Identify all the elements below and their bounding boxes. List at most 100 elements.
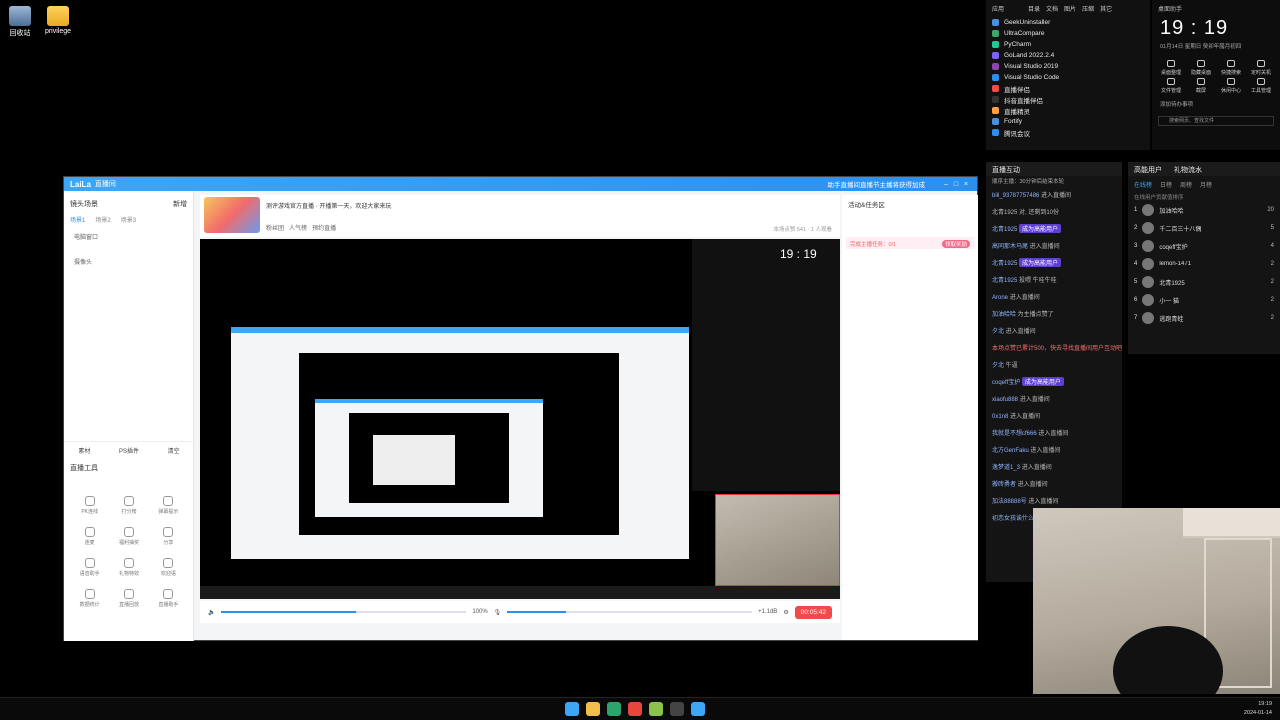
widget-tool-button[interactable]: 文件管理	[1156, 78, 1186, 94]
live-tool-button[interactable]: 数据统计	[70, 589, 109, 608]
laila-live-icon[interactable]	[691, 702, 705, 716]
live-tool-button[interactable]: 欢迎语	[149, 558, 188, 577]
materials-button[interactable]: 素材	[78, 446, 90, 455]
end-live-button[interactable]: 00:05:42	[794, 605, 833, 619]
chat-username[interactable]: 夕北	[992, 329, 1006, 335]
chat-username[interactable]: xiaofu888	[992, 397, 1020, 403]
rank-tab[interactable]: 月榜	[1200, 180, 1212, 189]
app-list-item[interactable]: Fortify	[992, 116, 1150, 127]
mic-volume-slider[interactable]	[507, 611, 753, 613]
rank-tab[interactable]: 在线榜	[1134, 180, 1152, 189]
scene-tab[interactable]: 场景3	[121, 215, 136, 224]
live-tool-button[interactable]: 打分榜	[109, 496, 148, 515]
app-list-item[interactable]: 腾讯会议	[992, 127, 1150, 138]
widget-tool-button[interactable]: 截屏	[1186, 78, 1216, 94]
user-row[interactable]: 6 小一 猫 2	[1128, 291, 1280, 309]
chat-username[interactable]: 0x1n8	[992, 414, 1010, 420]
widget-tool-button[interactable]: 桌面整理	[1156, 60, 1186, 76]
chat-username[interactable]: 搬砖勇者	[992, 482, 1018, 488]
speaker-icon[interactable]: 🔈	[208, 609, 215, 616]
claim-reward-button[interactable]: 领取奖励	[941, 240, 970, 248]
launcher-tab[interactable]: 应用	[992, 4, 1004, 13]
app-list-item[interactable]: 直播伴侣	[992, 83, 1150, 94]
scene-tab[interactable]: 场景2	[95, 215, 110, 224]
chat-username[interactable]: 加油哈哈	[992, 312, 1018, 318]
user-row[interactable]: 7 逃跑青蛙 2	[1128, 309, 1280, 327]
users-tab-title[interactable]: 高能用户	[1134, 165, 1162, 174]
widget-tool-button[interactable]: 快捷搜索	[1216, 60, 1246, 76]
launcher-tab[interactable]: 压缩	[1082, 4, 1094, 13]
app-list-item[interactable]: PyCharm	[992, 39, 1150, 50]
room-tag[interactable]: 预约直播	[312, 226, 336, 232]
widget-tool-button[interactable]: 工具管理	[1246, 78, 1276, 94]
user-row[interactable]: 1 加油哈哈 20	[1128, 201, 1280, 219]
live-tool-button[interactable]: 弹幕提示	[149, 496, 188, 515]
chat-username[interactable]: 北方GenFaku	[992, 448, 1030, 454]
windows-start-icon[interactable]	[565, 702, 579, 716]
live-preview[interactable]: 19 : 19	[200, 239, 840, 599]
chat-username[interactable]: 北青1925	[992, 227, 1019, 233]
widget-search-input[interactable]: 搜索网页、查找文件	[1158, 116, 1274, 126]
live-tool-button[interactable]: 礼物特效	[109, 558, 148, 577]
maximize-icon[interactable]: □	[951, 181, 961, 188]
chat-username[interactable]: 我就是不想cf666	[992, 431, 1038, 437]
room-tag[interactable]: 人气榜	[289, 226, 307, 232]
file-explorer-icon[interactable]	[586, 702, 600, 716]
chat-username[interactable]: Arone	[992, 295, 1010, 301]
widget-tool-button[interactable]: 休闲中心	[1216, 78, 1246, 94]
edge-browser-icon[interactable]	[607, 702, 621, 716]
chat-username[interactable]: 加法88888号	[992, 499, 1028, 505]
app-list-item[interactable]: 抖音直播伴侣	[992, 94, 1150, 105]
chat-username[interactable]: bili_93787757486	[992, 193, 1041, 199]
microphone-icon[interactable]: 🎙	[494, 609, 502, 616]
live-tool-button[interactable]: 连麦	[70, 527, 109, 546]
chrome-icon[interactable]	[628, 702, 642, 716]
launcher-tab[interactable]: 文档	[1046, 4, 1058, 13]
live-tool-button[interactable]: PK连线	[70, 496, 109, 515]
app-list-item[interactable]: Visual Studio Code	[992, 72, 1150, 83]
chat-username[interactable]: coqeff宝护	[992, 380, 1022, 386]
app-list-item[interactable]: 直播精灵	[992, 105, 1150, 116]
chat-username[interactable]: 北青1925	[992, 278, 1019, 284]
chat-username[interactable]: 高同那木马尾	[992, 244, 1030, 250]
desktop-icon-privilege[interactable]: privilege	[38, 6, 78, 35]
chat-username[interactable]: 北青1925	[992, 261, 1019, 267]
rank-tab[interactable]: 周榜	[1180, 180, 1192, 189]
live-tool-button[interactable]: 分享	[149, 527, 188, 546]
add-todo-button[interactable]: 添加待办事项	[1152, 94, 1280, 110]
chat-username[interactable]: 夕北	[992, 363, 1006, 369]
system-tray-clock[interactable]: 19:19 2024-01-14	[1244, 700, 1272, 718]
launcher-tab[interactable]: 图片	[1064, 4, 1076, 13]
widget-tool-button[interactable]: 定时关机	[1246, 60, 1276, 76]
terminal-icon[interactable]	[670, 702, 684, 716]
chat-username[interactable]: 逸梦道1_3	[992, 465, 1022, 471]
close-icon[interactable]: ×	[961, 181, 971, 188]
user-row[interactable]: 5 北青1925 2	[1128, 273, 1280, 291]
live-tool-button[interactable]: 福利抽奖	[109, 527, 148, 546]
chat-username[interactable]: 初恋女孩诶什么	[992, 516, 1036, 522]
user-row[interactable]: 2 千二百三十八偶 5	[1128, 219, 1280, 237]
notepad-icon[interactable]	[649, 702, 663, 716]
room-cover-image[interactable]	[204, 197, 260, 233]
user-row[interactable]: 4 lemon-1471 2	[1128, 255, 1280, 273]
rank-tab[interactable]: 日榜	[1160, 180, 1172, 189]
gifts-tab-title[interactable]: 礼物流水	[1174, 165, 1202, 174]
user-row[interactable]: 3 coqeff宝护 4	[1128, 237, 1280, 255]
live-tool-button[interactable]: 直播回放	[109, 589, 148, 608]
speaker-volume-slider[interactable]	[221, 611, 467, 613]
app-list-item[interactable]: UltraCompare	[992, 28, 1150, 39]
source-item[interactable]: 摄像头	[64, 253, 193, 270]
add-scene-button[interactable]: 新增	[173, 199, 187, 209]
live-tool-button[interactable]: 语音助手	[70, 558, 109, 577]
desktop-icon-recycle-bin[interactable]: 回收站	[0, 6, 40, 38]
launcher-tab[interactable]: 其它	[1100, 4, 1112, 13]
scene-tab[interactable]: 场景1	[70, 215, 85, 224]
task-progress[interactable]: 完成主播任务：0/1 领取奖励	[846, 237, 974, 249]
source-item[interactable]: 电脑窗口	[64, 228, 193, 245]
mixer-icon[interactable]: ⚙	[783, 609, 788, 616]
app-list-item[interactable]: GoLand 2022.2.4	[992, 50, 1150, 61]
live-tool-button[interactable]: 直播助手	[149, 589, 188, 608]
minimize-icon[interactable]: –	[941, 181, 951, 188]
room-tag[interactable]: 粉丝团	[266, 226, 284, 232]
widget-tool-button[interactable]: 隐藏桌面	[1186, 60, 1216, 76]
